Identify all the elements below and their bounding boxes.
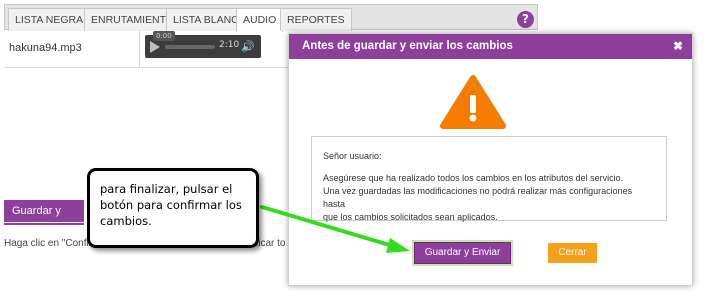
callout-line-3: cambios. xyxy=(100,214,152,228)
callout-line-2: botón para confirmar los xyxy=(100,198,242,212)
annotation-callout: para finalizar, pulsar el botón para con… xyxy=(87,168,259,248)
callout-line-1: para finalizar, pulsar el xyxy=(100,182,233,196)
